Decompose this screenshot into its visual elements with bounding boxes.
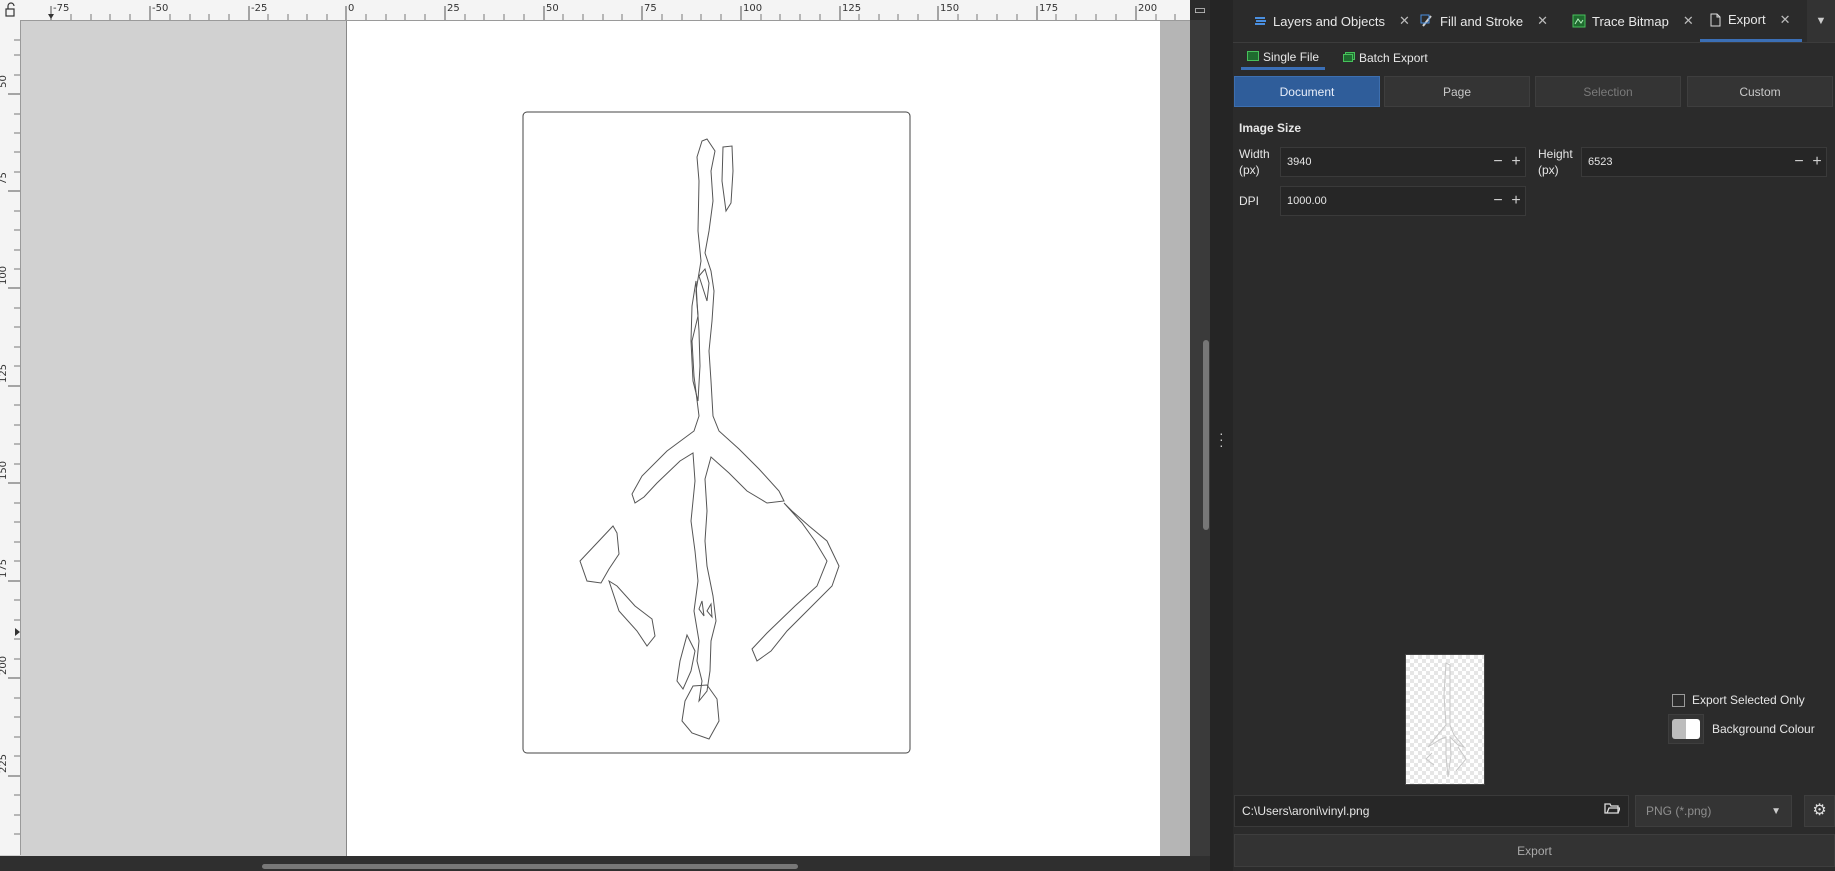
export-preview — [1405, 654, 1485, 785]
tab-trace-bitmap[interactable]: Trace Bitmap ✕ — [1564, 0, 1702, 42]
subtab-label: Single File — [1263, 49, 1320, 64]
drawing-artwork[interactable] — [347, 21, 1160, 856]
checkbox-box[interactable] — [1672, 693, 1685, 707]
ruler-label: 200 — [0, 655, 10, 676]
ruler-label: -75 — [53, 3, 70, 14]
close-icon[interactable]: ✕ — [1780, 12, 1791, 28]
height-spinbox[interactable]: 6523 − + — [1581, 147, 1827, 177]
chevron-down-icon[interactable]: ▼ — [1807, 0, 1835, 42]
preview-artwork — [1425, 662, 1467, 778]
tab-label: Export — [1728, 12, 1766, 27]
trace-bitmap-icon — [1572, 14, 1586, 28]
gear-icon[interactable]: ⚙ — [1804, 795, 1835, 827]
decrement-icon[interactable]: − — [1489, 192, 1507, 210]
ruler-label: -50 — [152, 3, 169, 14]
background-colour-picker[interactable]: Background Colour — [1668, 714, 1815, 744]
subtab-batch-export[interactable]: Batch Export — [1337, 46, 1434, 70]
custom-mode-button[interactable]: Custom — [1687, 76, 1833, 107]
vertical-ruler-ticks — [8, 39, 20, 835]
width-label: Width (px) — [1239, 147, 1270, 177]
checkerboard-swatch-icon — [1672, 719, 1700, 739]
tab-layers-and-objects[interactable]: Layers and Objects ✕ — [1245, 0, 1418, 42]
height-value: 6523 — [1588, 156, 1613, 168]
width-spinbox[interactable]: 3940 − + — [1280, 147, 1526, 177]
ruler-label: 175 — [1039, 3, 1059, 14]
chevron-down-icon: ▼ — [1771, 805, 1781, 817]
tab-fill-and-stroke[interactable]: Fill and Stroke ✕ — [1412, 0, 1556, 42]
increment-icon[interactable]: + — [1507, 153, 1525, 171]
ruler-label: 150 — [940, 3, 960, 14]
ruler-label: -25 — [251, 3, 268, 14]
horizontal-ruler-ticks — [48, 6, 1176, 20]
page-mode-button[interactable]: Page — [1384, 76, 1530, 107]
dpi-value: 1000.00 — [1287, 195, 1327, 207]
image-size-heading: Image Size — [1239, 121, 1302, 135]
ruler-label: 100 — [743, 3, 763, 14]
ruler-label: 25 — [447, 3, 460, 14]
height-label: Height (px) — [1538, 147, 1573, 177]
close-icon[interactable]: ✕ — [1399, 13, 1410, 29]
folder-open-icon[interactable] — [1601, 799, 1623, 821]
batch-export-icon — [1343, 51, 1355, 65]
ruler-label: 150 — [0, 460, 10, 481]
tab-label: Layers and Objects — [1273, 13, 1386, 29]
horizontal-ruler[interactable]: -75 -50 -25 0 25 50 75 100 125 150 175 2… — [20, 0, 1190, 21]
ruler-label: 200 — [1138, 3, 1158, 14]
document-mode-button[interactable]: Document — [1234, 76, 1380, 107]
background-colour-label: Background Colour — [1712, 722, 1815, 736]
dpi-spinbox[interactable]: 1000.00 − + — [1280, 186, 1526, 216]
display-mode-icon[interactable]: ▭ — [1190, 0, 1210, 20]
document-page[interactable] — [346, 21, 1161, 856]
checkbox-label: Export Selected Only — [1692, 693, 1805, 707]
file-format-select[interactable]: PNG (*.png) ▼ — [1635, 795, 1792, 827]
ruler-label: 100 — [0, 265, 10, 286]
horizontal-scrollbar-thumb[interactable] — [262, 864, 798, 869]
export-icon — [1708, 13, 1722, 27]
export-button[interactable]: Export — [1234, 834, 1835, 867]
splitter-handle-icon[interactable]: · · · — [1219, 426, 1224, 452]
tab-export[interactable]: Export ✕ — [1700, 0, 1802, 42]
selection-mode-button[interactable]: Selection — [1535, 76, 1681, 107]
subtab-single-file[interactable]: Single File — [1241, 46, 1326, 70]
vertical-scrollbar-thumb[interactable] — [1203, 340, 1209, 530]
tab-label: Trace Bitmap — [1592, 13, 1669, 29]
close-icon[interactable]: ✕ — [1683, 13, 1694, 29]
lock-icon — [5, 2, 15, 17]
subtab-label: Batch Export — [1359, 51, 1428, 65]
ruler-label: 225 — [0, 753, 10, 774]
ruler-label: 75 — [0, 172, 9, 185]
increment-icon[interactable]: + — [1507, 192, 1525, 210]
ruler-label: 75 — [644, 3, 657, 14]
canvas-area[interactable]: -75 -50 -25 0 25 50 75 100 125 150 175 2… — [0, 0, 1210, 871]
ruler-corner-lock-icon[interactable] — [0, 0, 20, 20]
tab-label: Fill and Stroke — [1440, 13, 1524, 29]
decrement-icon[interactable]: − — [1790, 153, 1808, 171]
export-selected-only-checkbox[interactable]: Export Selected Only — [1672, 693, 1805, 707]
single-file-icon — [1247, 50, 1259, 64]
background-colour-swatch[interactable] — [1668, 714, 1704, 744]
ruler-label: 125 — [842, 3, 862, 14]
format-value: PNG (*.png) — [1646, 804, 1712, 818]
page-shadow — [1160, 21, 1190, 856]
ruler-label: 125 — [0, 363, 10, 384]
layers-icon — [1253, 14, 1267, 28]
dpi-label: DPI — [1239, 194, 1260, 208]
ruler-label: 0 — [348, 3, 355, 14]
vertical-ruler[interactable]: 50 75 100 125 150 175 200 225 — [0, 20, 21, 855]
ruler-label: 175 — [0, 558, 10, 579]
width-value: 3940 — [1287, 156, 1312, 168]
ruler-label: 50 — [0, 75, 9, 88]
fill-stroke-icon — [1420, 14, 1434, 28]
increment-icon[interactable]: + — [1808, 153, 1826, 171]
filename-input[interactable]: C:\Users\aroni\vinyl.png — [1234, 795, 1629, 827]
ruler-label: 50 — [546, 3, 559, 14]
close-icon[interactable]: ✕ — [1537, 13, 1548, 29]
decrement-icon[interactable]: − — [1489, 153, 1507, 171]
